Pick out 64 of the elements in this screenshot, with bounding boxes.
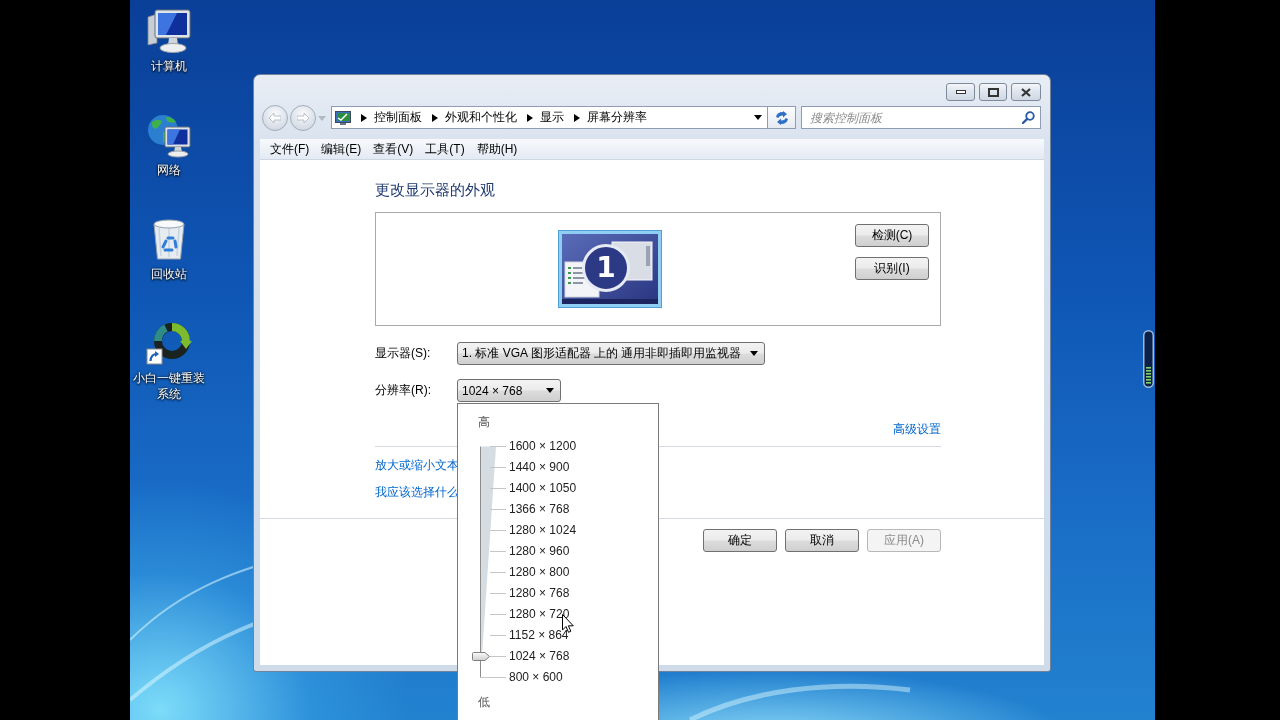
close-button[interactable]: [1011, 83, 1041, 101]
page-heading: 更改显示器的外观: [375, 180, 495, 200]
left-arrow-icon: [269, 113, 281, 123]
app-shortcut-icon[interactable]: [146, 320, 192, 366]
caret-icon: [750, 351, 758, 356]
breadcrumb-arrow-icon[interactable]: [361, 113, 367, 122]
address-bar[interactable]: 控制面板 外观和个性化 显示 屏幕分辨率: [331, 106, 768, 129]
display-thumbnail[interactable]: 1: [559, 231, 661, 307]
identify-button[interactable]: 识别(I): [855, 257, 929, 280]
breadcrumb-item[interactable]: 外观和个性化: [445, 109, 517, 126]
resolution-option[interactable]: 1280 × 768: [509, 583, 570, 604]
high-label: 高: [478, 415, 490, 429]
minimize-button[interactable]: [946, 83, 975, 101]
close-icon: [1021, 87, 1031, 97]
resolution-option[interactable]: 1280 × 1024: [509, 520, 577, 541]
menu-item[interactable]: 帮助(H): [470, 141, 524, 157]
resolution-option[interactable]: 1600 × 1200: [509, 436, 577, 457]
breadcrumb-item[interactable]: 屏幕分辨率: [587, 109, 647, 126]
resolution-label: 分辨率(R):: [375, 382, 432, 399]
cancel-button[interactable]: 取消: [785, 529, 859, 552]
computer-icon[interactable]: [146, 8, 192, 54]
search-icon[interactable]: [1022, 111, 1035, 124]
menu-item[interactable]: 工具(T): [419, 141, 471, 157]
resolution-option[interactable]: 1400 × 1050: [509, 478, 577, 499]
breadcrumb-arrow-icon[interactable]: [432, 113, 438, 122]
right-arrow-icon: [297, 113, 309, 123]
caret-icon: [546, 388, 554, 393]
menu-item[interactable]: 查看(V): [367, 141, 420, 157]
breadcrumb-arrow-icon[interactable]: [574, 113, 580, 122]
resolution-option[interactable]: 1280 × 800: [509, 562, 570, 583]
breadcrumb-item[interactable]: 控制面板: [374, 109, 422, 126]
maximize-button[interactable]: [979, 83, 1007, 101]
resolution-option[interactable]: 1440 × 900: [509, 457, 570, 478]
maximize-icon: [987, 87, 999, 97]
refresh-button[interactable]: [768, 106, 796, 129]
display-dropdown[interactable]: 1. 标准 VGA 图形适配器 上的 通用非即插即用监视器: [457, 342, 765, 365]
resolution-option[interactable]: 800 × 600: [509, 667, 563, 688]
resolution-dropdown[interactable]: 1024 × 768: [457, 379, 561, 402]
advanced-settings-link[interactable]: 高级设置: [893, 421, 941, 437]
desktop-icon-label[interactable]: 网络: [157, 162, 181, 178]
detect-button[interactable]: 检测(C): [855, 224, 929, 247]
resolution-option[interactable]: 1152 × 864: [509, 625, 569, 646]
menu-item[interactable]: 编辑(E): [315, 141, 368, 157]
display-label: 显示器(S):: [375, 345, 432, 362]
ok-button[interactable]: 确定: [703, 529, 777, 552]
minimize-icon: [955, 90, 966, 94]
search-field[interactable]: 搜索控制面板: [801, 106, 1041, 129]
desktop-icon-label[interactable]: 计算机: [151, 58, 187, 74]
help-link[interactable]: 放大或缩小文本: [375, 457, 459, 473]
monitor-icon: [335, 109, 351, 126]
network-icon[interactable]: [146, 112, 192, 158]
caret-icon[interactable]: [754, 115, 762, 120]
breadcrumb-item[interactable]: 显示: [540, 109, 564, 126]
low-label: 低: [478, 695, 490, 709]
desktop-icon-label[interactable]: 回收站: [151, 266, 187, 282]
refresh-icon: [773, 110, 790, 125]
meter-icon: [1143, 330, 1154, 388]
resolution-option[interactable]: 1280 × 960: [509, 541, 570, 562]
slider-thumb[interactable]: [472, 652, 490, 661]
breadcrumb-arrow-icon[interactable]: [527, 113, 533, 122]
resolution-option[interactable]: 1366 × 768: [509, 499, 570, 520]
menu-item[interactable]: 文件(F): [264, 141, 316, 157]
desktop-icon-label[interactable]: 小白一键重装系统: [132, 370, 206, 402]
resolution-option[interactable]: 1024 × 768: [509, 646, 570, 667]
